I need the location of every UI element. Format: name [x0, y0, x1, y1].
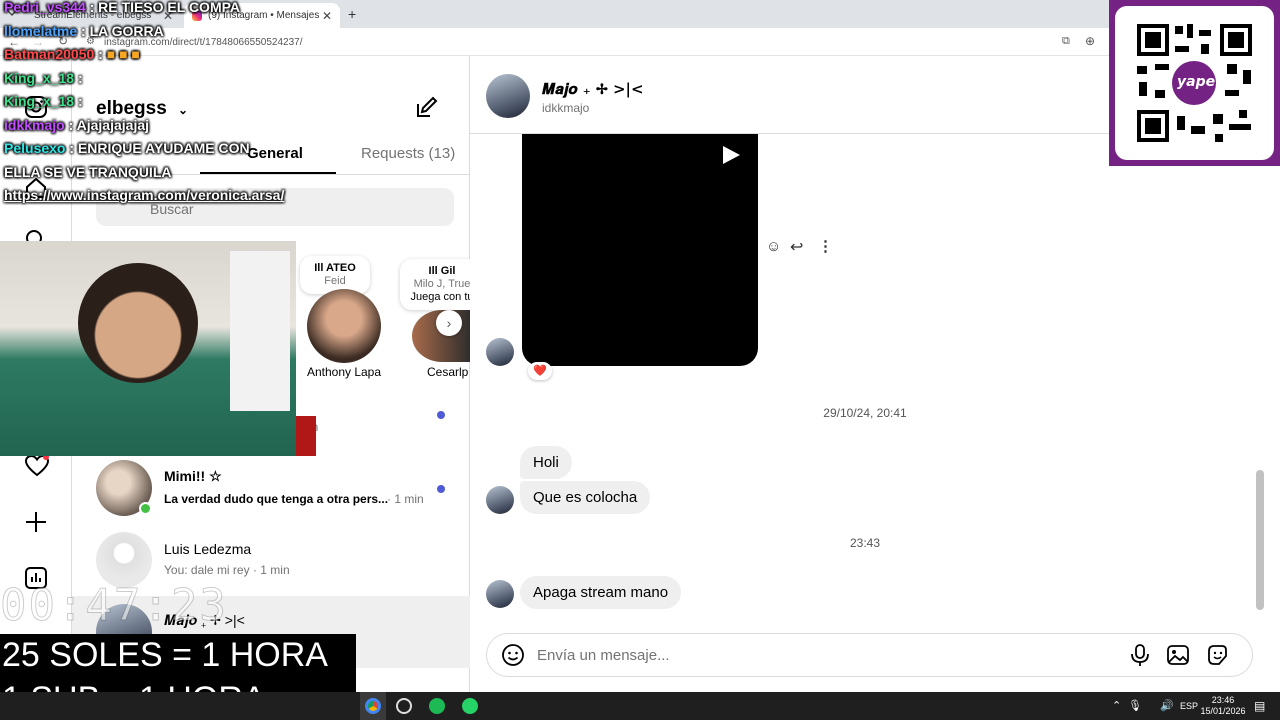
message-bubble[interactable]: Holi	[520, 446, 572, 479]
play-icon[interactable]	[720, 144, 742, 166]
note-bubble[interactable]: Ill ATEO Feid	[300, 256, 370, 294]
note-username[interactable]: Cesarlp	[427, 365, 468, 379]
volume-icon[interactable]: 🔊	[1160, 699, 1174, 712]
promo-line: 25 SOLES = 1 HORA	[2, 636, 328, 674]
unread-dot	[437, 485, 445, 493]
new-message-icon[interactable]	[414, 96, 438, 120]
next-notes-button[interactable]: ›	[436, 310, 462, 336]
tray-chevron-icon[interactable]: ⌃	[1112, 699, 1121, 712]
language-indicator[interactable]: ESP	[1180, 701, 1198, 711]
chat-message: King_x_18 :	[4, 69, 83, 86]
message-input[interactable]: Envía un mensaje...	[537, 647, 670, 664]
chat-message: Pelusexo : ENRIQUE AYUDAME CON	[4, 140, 250, 156]
conversation-name: Mimi!! ☆	[164, 468, 222, 484]
clock-date: 15/01/2026	[1200, 706, 1246, 716]
chat-message: llomelatme : LA GORRA	[4, 22, 164, 39]
chair-edge	[296, 416, 316, 456]
note-artist: Feid	[324, 275, 346, 287]
note-username[interactable]: Anthony Lapa	[298, 365, 390, 379]
contact-name[interactable]: 𝑴𝒂𝒋𝒐 ₊ ✢ >|<	[542, 80, 644, 98]
close-tab-icon[interactable]: ✕	[322, 9, 332, 23]
chat-message: idkkmajo : Ajajajajajaj	[4, 116, 150, 133]
avatar[interactable]	[486, 74, 530, 118]
reply-icon[interactable]: ↩	[790, 237, 803, 257]
install-app-icon[interactable]: ⧉	[1062, 35, 1070, 48]
chat-message: Batman20050 : ■ ■ ■	[4, 46, 140, 62]
microphone-icon[interactable]	[1129, 643, 1151, 667]
avatar	[486, 580, 514, 608]
conversation-preview: La verdad dudo que tenga a otra pers...	[164, 492, 389, 506]
webcam-feed	[0, 241, 296, 456]
timestamp: 29/10/24, 20:41	[823, 406, 907, 420]
conversation-preview: You: dale mi rey · 1 min	[164, 563, 290, 577]
tab-requests[interactable]: Requests (13)	[361, 145, 455, 162]
whatsapp-taskbar-icon[interactable]	[462, 698, 478, 714]
spotify-taskbar-icon[interactable]	[429, 698, 445, 714]
avatar	[486, 486, 514, 514]
heart-reaction-icon[interactable]: ❤️	[528, 362, 552, 380]
clock-time: 23:46	[1211, 695, 1235, 705]
chat-message: King_x_18 :	[4, 93, 83, 109]
message-composer[interactable]: Envía un mensaje...	[486, 633, 1253, 677]
sticker-icon[interactable]	[1206, 643, 1230, 667]
obs-taskbar-icon[interactable]	[396, 698, 412, 714]
chat-scrollbar[interactable]	[1256, 470, 1264, 610]
react-emoji-icon[interactable]: ☺	[766, 238, 781, 255]
new-tab-button[interactable]: +	[348, 6, 356, 22]
avatar	[486, 338, 514, 366]
chrome-taskbar-icon[interactable]	[360, 692, 386, 720]
chat-message: Pedri_vs344 : RE TIESO EL COMPA	[4, 0, 241, 15]
unread-dot	[437, 411, 445, 419]
image-icon[interactable]	[1166, 643, 1190, 667]
message-bubble[interactable]: Apaga stream mano	[520, 576, 682, 609]
online-indicator	[139, 502, 152, 515]
clock[interactable]: 23:46 15/01/2026	[1200, 695, 1246, 717]
list-item[interactable]: Mimi!! ☆ La verdad dudo que tenga a otra…	[72, 458, 470, 530]
note-song: Ill ATEO	[314, 262, 356, 274]
conversation-time: · 1 min	[387, 492, 424, 506]
more-options-icon[interactable]: ⋮	[818, 237, 833, 255]
avatar[interactable]	[307, 289, 381, 363]
video-message[interactable]	[522, 134, 758, 366]
zoom-icon[interactable]: ⊕	[1085, 34, 1095, 48]
subathon-timer: 00:47:23	[0, 580, 228, 632]
contact-username: idkkmajo	[542, 101, 590, 115]
conversation-name: Luis Ledezma	[164, 541, 252, 557]
microphone-tray-icon[interactable]: 🎙	[1128, 699, 1142, 712]
shelf	[230, 251, 290, 411]
yape-logo: yape	[1177, 74, 1216, 90]
streamer-head	[78, 263, 198, 383]
windows-taskbar: ⌃ 🎙 🔊 ESP 23:46 15/01/2026 ▤	[0, 692, 1280, 720]
chat-message: https://www.instagram.com/veronica.arsa/	[4, 187, 285, 203]
chat-message: ELLA SE VE TRANQUILA	[4, 163, 172, 180]
qr-code: yape	[1115, 6, 1274, 160]
notifications-heart-icon[interactable]	[24, 454, 50, 478]
create-plus-icon[interactable]	[24, 510, 48, 534]
timestamp: 23:43	[849, 536, 881, 550]
message-bubble[interactable]: Que es colocha	[520, 481, 651, 514]
stream-chat-overlay: Pedri_vs344 : RE TIESO EL COMPA llomelat…	[4, 0, 284, 208]
emoji-icon[interactable]	[501, 643, 525, 667]
yape-qr-overlay: yape	[1109, 0, 1280, 166]
notification-center-icon[interactable]: ▤	[1254, 699, 1265, 713]
